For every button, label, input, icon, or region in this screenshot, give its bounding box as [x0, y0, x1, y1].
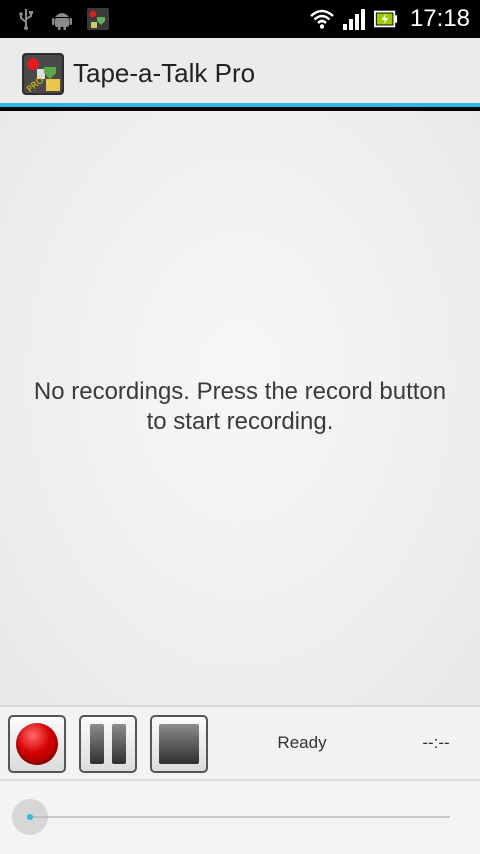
- seek-thumb[interactable]: [12, 799, 48, 835]
- status-bar: 17:18: [0, 0, 480, 38]
- system-icons: 17:18: [310, 4, 470, 34]
- pause-icon: [90, 724, 126, 764]
- seek-area: [0, 781, 480, 854]
- seek-thumb-dot: [27, 814, 33, 820]
- seek-track[interactable]: [30, 816, 450, 818]
- android-debug-icon: [50, 7, 74, 31]
- recorder-controls: Ready --:--: [0, 705, 480, 781]
- recordings-list-area: No recordings. Press the record button t…: [0, 111, 480, 705]
- recording-time: --:--: [422, 733, 450, 752]
- app-title: Tape-a-Talk Pro: [73, 58, 256, 88]
- tape-a-talk-app-icon[interactable]: PRO: [22, 53, 64, 95]
- status-clock: 17:18: [409, 5, 470, 32]
- pause-bar-left: [90, 724, 104, 764]
- stop-button[interactable]: [150, 715, 208, 773]
- recorder-status: Ready: [277, 733, 327, 752]
- notification-icons: [14, 7, 110, 31]
- pause-button[interactable]: [79, 715, 137, 773]
- record-button[interactable]: [8, 715, 66, 773]
- record-icon: [16, 723, 58, 765]
- stop-icon: [159, 724, 199, 764]
- usb-icon: [14, 7, 38, 31]
- wifi-icon: [310, 7, 334, 31]
- action-bar: PRO Tape-a-Talk Pro: [0, 38, 480, 107]
- signal-icon: [342, 7, 366, 31]
- battery-charging-icon: [373, 7, 398, 31]
- empty-state-message: No recordings. Press the record button t…: [33, 378, 447, 435]
- pause-bar-right: [112, 724, 126, 764]
- app-notification-icon: [86, 7, 110, 31]
